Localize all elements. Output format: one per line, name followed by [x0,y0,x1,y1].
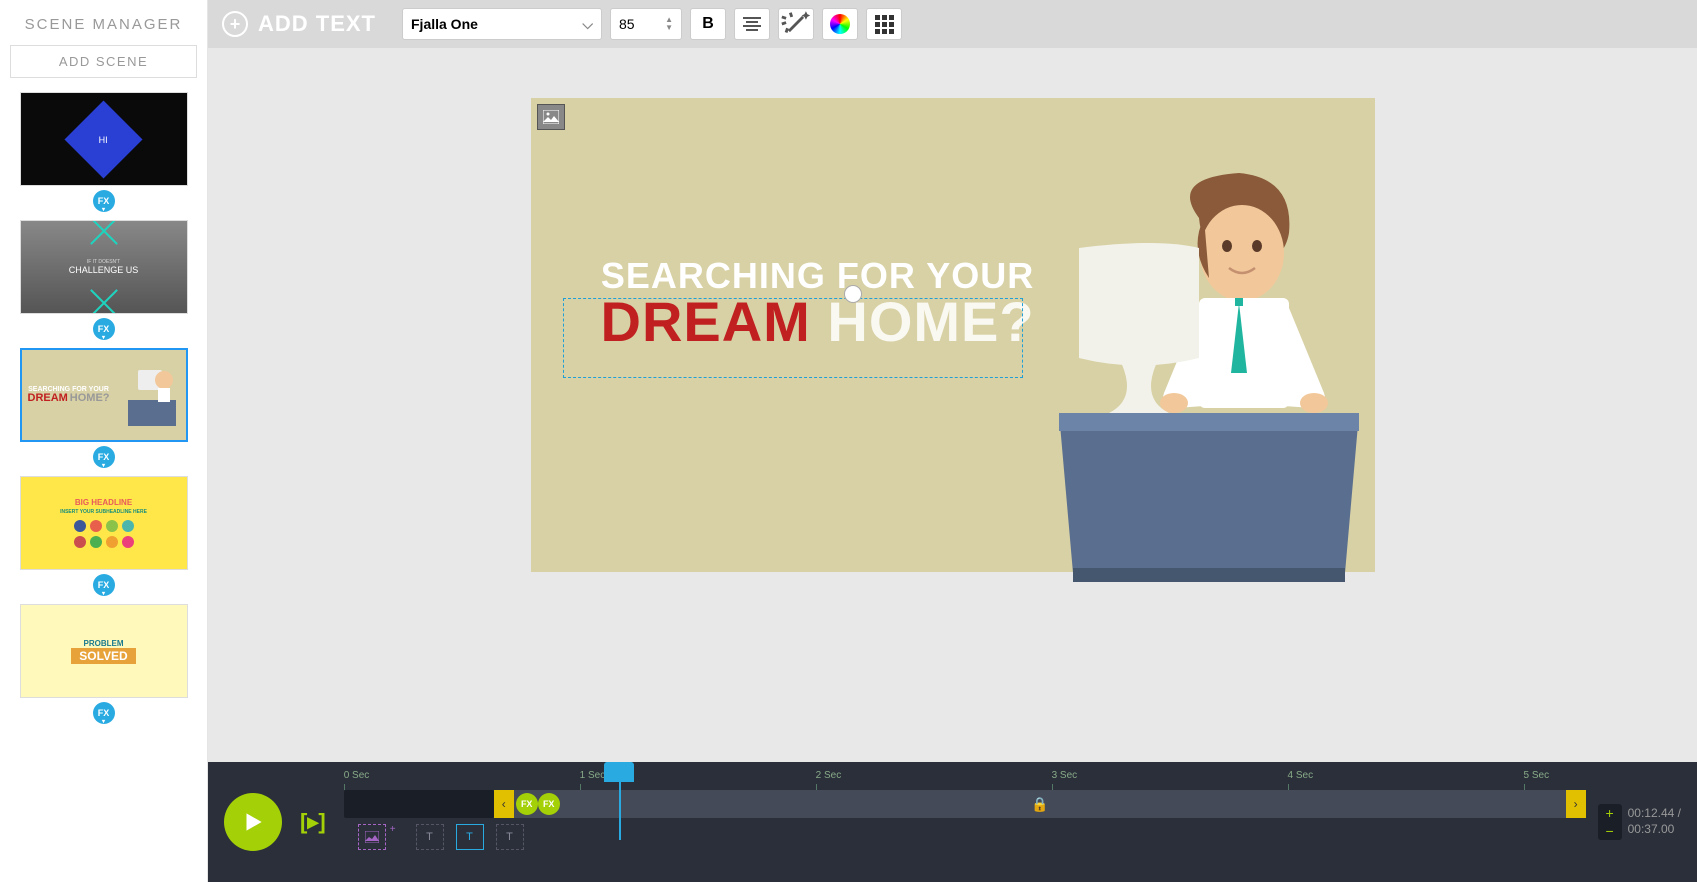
person-at-desk-illustration [1059,168,1359,588]
scene-fx-2[interactable]: FX [93,318,115,340]
scene-thumb-1[interactable]: HI [20,92,188,186]
scene-fx-5[interactable]: FX [93,702,115,724]
plus-icon: + [390,824,396,835]
magic-wand-icon [779,7,813,41]
timeline-playhead[interactable] [604,762,634,782]
scene-manager-sidebar: SCENE MANAGER ADD SCENE HI FX IF IT DOES… [0,0,208,882]
text-selection-box[interactable] [563,298,1023,378]
canvas[interactable]: SEARCHING FOR YOUR DREAM HOME? [531,98,1375,572]
zoom-in-button[interactable]: + [1598,804,1622,822]
scene-fx-3[interactable]: FX [93,446,115,468]
add-text-button[interactable]: + ADD TEXT [222,11,376,37]
image-icon [365,831,379,843]
element-text-2[interactable]: T [456,824,484,850]
clip-handle-right[interactable]: › [1566,790,1586,818]
play-button[interactable] [224,793,282,851]
bold-button[interactable]: B [690,8,726,40]
scene-fx-4[interactable]: FX [93,574,115,596]
timeline-controls: + − 00:12.44 / 00:37.00 [1598,804,1681,840]
lock-icon[interactable]: 🔒 [1031,796,1048,813]
scene-thumb-3[interactable]: SEARCHING FOR YOUR DREAM HOME? [20,348,188,442]
color-wheel-icon [830,14,850,34]
timeline-ruler: 0 Sec 1 Sec 2 Sec 3 Sec 4 Sec 5 Sec [344,770,1586,786]
add-scene-button[interactable]: ADD SCENE [10,45,197,78]
scene-thumb-4[interactable]: BIG HEADLINE INSERT YOUR SUBHEADLINE HER… [20,476,188,570]
element-image[interactable] [358,824,386,850]
track-spacer [344,790,494,818]
timeline-panel: [▸] 0 Sec 1 Sec 2 Sec 3 Sec 4 Sec 5 Sec … [208,762,1697,882]
sidebar-title: SCENE MANAGER [10,16,197,33]
clip-handle-left[interactable]: ‹ [494,790,514,818]
chevron-down-icon: ⌵ [582,16,593,33]
canvas-area[interactable]: SEARCHING FOR YOUR DREAM HOME? [208,48,1697,762]
element-text-1[interactable]: T [416,824,444,850]
edit-handle-icon[interactable] [844,285,862,303]
timeline-elements-row: + T T T [344,822,1586,852]
font-size-input[interactable]: 85 ▲▼ [610,8,682,40]
grid-icon [875,15,894,34]
timeline-clip[interactable]: ‹ FX 🔒 FX › [494,790,1586,818]
play-icon [240,809,266,835]
scene-fx-1[interactable]: FX [93,190,115,212]
scene-thumb-5[interactable]: PROBLEM SOLVED [20,604,188,698]
zoom-controls: + − [1598,804,1622,840]
top-toolbar: + ADD TEXT Fjalla One ⌵ 85 ▲▼ B [208,0,1697,48]
magic-effects-button[interactable] [778,8,814,40]
background-image-button[interactable] [537,104,565,130]
clip-fx-out[interactable]: FX [538,793,560,815]
align-button[interactable] [734,8,770,40]
play-segment-button[interactable]: [▸] [294,809,332,835]
font-select[interactable]: Fjalla One ⌵ [402,8,602,40]
element-text-3[interactable]: T [496,824,524,850]
zoom-out-button[interactable]: − [1598,822,1622,840]
size-stepper-icon: ▲▼ [665,16,673,32]
scene-thumb-2[interactable]: IF IT DOESN'T CHALLENGE US [20,220,188,314]
clip-fx-in[interactable]: FX [516,793,538,815]
image-icon [543,110,559,124]
color-picker-button[interactable] [822,8,858,40]
time-display: 00:12.44 / 00:37.00 [1628,806,1681,837]
timeline-track[interactable]: 0 Sec 1 Sec 2 Sec 3 Sec 4 Sec 5 Sec ‹ FX… [344,762,1586,882]
grid-apps-button[interactable] [866,8,902,40]
main-area: + ADD TEXT Fjalla One ⌵ 85 ▲▼ B [208,0,1697,882]
plus-icon: + [222,11,248,37]
